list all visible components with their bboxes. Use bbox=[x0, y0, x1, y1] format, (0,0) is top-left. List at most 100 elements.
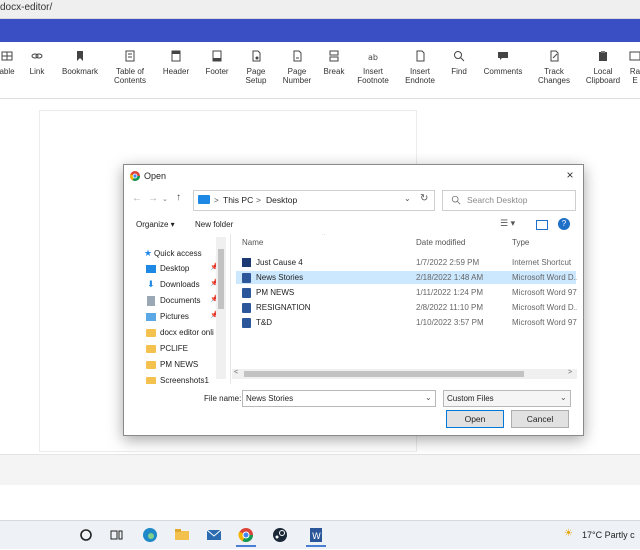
back-arrow-icon[interactable]: ← bbox=[132, 193, 142, 204]
file-type-select[interactable]: Custom Files ⌄ bbox=[443, 390, 571, 407]
local-clipboard-button[interactable]: Local Clipboard bbox=[583, 50, 623, 85]
open-file-dialog: Open × ← → ⌄ ↑ > This PC > Desktop ⌄ ↻ S… bbox=[123, 164, 584, 436]
break-icon bbox=[329, 50, 339, 62]
file-row[interactable]: PM NEWS 1/11/2022 1:24 PM Microsoft Word… bbox=[236, 286, 577, 299]
header-button[interactable]: Header bbox=[158, 50, 194, 76]
cancel-button[interactable]: Cancel bbox=[511, 410, 569, 428]
organize-menu[interactable]: Organize ▾ bbox=[136, 220, 175, 229]
chevron-down-icon: ⌄ bbox=[560, 393, 567, 402]
insert-endnote-button[interactable]: Insert Endnote bbox=[400, 50, 440, 85]
chevron-down-icon: ⌄ bbox=[425, 393, 432, 402]
column-date-modified[interactable]: Date modified bbox=[416, 238, 465, 247]
dialog-footer: File name: News Stories ⌄ Custom Files ⌄… bbox=[124, 389, 583, 435]
weather-icon: ☀ bbox=[564, 528, 573, 539]
view-options-icon[interactable]: ☰ ▾ bbox=[500, 218, 515, 229]
scroll-right-icon[interactable]: > bbox=[568, 369, 572, 376]
footer-icon bbox=[212, 50, 222, 62]
column-type[interactable]: Type bbox=[512, 238, 529, 247]
up-arrow-icon[interactable]: ↑ bbox=[176, 192, 181, 203]
page-number-button[interactable]: Page Number bbox=[280, 50, 314, 85]
footer-button[interactable]: Footer bbox=[199, 50, 235, 76]
table-button[interactable]: able bbox=[0, 50, 18, 76]
scroll-thumb[interactable] bbox=[218, 249, 224, 309]
windows-taskbar: W ☀ 17°C Partly c bbox=[0, 520, 640, 549]
nav-screenshots[interactable]: Screenshots1 bbox=[130, 375, 228, 384]
steam-icon[interactable] bbox=[270, 525, 290, 545]
open-button[interactable]: Open bbox=[446, 410, 504, 428]
page-setup-icon bbox=[252, 50, 261, 62]
word-taskbar-icon[interactable]: W bbox=[306, 525, 326, 547]
nav-desktop[interactable]: Desktop 📌 bbox=[130, 263, 228, 276]
search-icon bbox=[454, 51, 465, 62]
nav-pictures[interactable]: Pictures 📌 bbox=[130, 311, 228, 324]
address-dropdown-icon[interactable]: ⌄ bbox=[404, 194, 411, 203]
new-folder-button[interactable]: New folder bbox=[195, 220, 233, 229]
folder-icon bbox=[146, 361, 156, 369]
url-text: docx-editor/ bbox=[0, 2, 53, 13]
track-changes-button[interactable]: Track Changes bbox=[534, 50, 574, 85]
help-icon[interactable]: ? bbox=[558, 218, 570, 230]
preview-pane-icon[interactable] bbox=[536, 220, 548, 230]
link-button[interactable]: Link bbox=[24, 50, 50, 76]
file-list-scrollbar[interactable]: < > bbox=[232, 369, 577, 379]
ra-button[interactable]: Ra E bbox=[628, 50, 640, 85]
chrome-icon bbox=[130, 171, 140, 181]
recent-chevron-icon[interactable]: ⌄ bbox=[162, 195, 168, 203]
file-row-selected[interactable]: News Stories 2/18/2022 1:48 AM Microsoft… bbox=[236, 271, 577, 284]
toc-icon bbox=[125, 50, 135, 62]
nav-docx-editor[interactable]: docx editor onli bbox=[130, 327, 228, 340]
insert-footnote-button[interactable]: ab Insert Footnote bbox=[353, 50, 393, 85]
nav-quick-access[interactable]: ★ Quick access bbox=[130, 248, 228, 261]
bookmark-button[interactable]: Bookmark bbox=[58, 50, 102, 76]
break-button[interactable]: Break bbox=[320, 50, 348, 76]
folder-icon bbox=[146, 345, 156, 353]
chrome-taskbar-icon[interactable] bbox=[236, 525, 256, 547]
weather-text[interactable]: 17°C Partly c bbox=[582, 530, 635, 540]
file-row[interactable]: RESIGNATION 2/8/2022 11:10 PM Microsoft … bbox=[236, 301, 577, 314]
editor-toolbar: able Link Bookmark Table of Contents Hea… bbox=[0, 42, 640, 99]
nav-pclife[interactable]: PCLIFE bbox=[130, 343, 228, 356]
forward-arrow-icon[interactable]: → bbox=[148, 193, 158, 204]
nav-pm-news[interactable]: PM NEWS bbox=[130, 359, 228, 372]
breadcrumb-this-pc[interactable]: This PC bbox=[223, 195, 253, 205]
task-view-icon[interactable] bbox=[106, 525, 126, 545]
refresh-icon[interactable]: ↻ bbox=[420, 193, 428, 204]
documents-icon bbox=[147, 296, 155, 306]
nav-documents[interactable]: Documents 📌 bbox=[130, 295, 228, 308]
link-icon bbox=[31, 53, 43, 59]
nav-scrollbar[interactable] bbox=[216, 237, 226, 379]
table-icon bbox=[1, 51, 13, 61]
file-explorer-icon[interactable] bbox=[172, 525, 192, 545]
address-bar[interactable]: docx-editor/ bbox=[0, 0, 640, 19]
nav-downloads[interactable]: ⬇ Downloads 📌 bbox=[130, 279, 228, 292]
file-row[interactable]: Just Cause 4 1/7/2022 2:59 PM Internet S… bbox=[236, 256, 576, 269]
header-icon bbox=[171, 50, 181, 62]
shortcut-icon bbox=[242, 258, 251, 267]
mail-icon[interactable] bbox=[204, 525, 224, 545]
breadcrumb-desktop[interactable]: Desktop bbox=[266, 195, 297, 205]
scroll-thumb[interactable] bbox=[244, 371, 524, 377]
clipboard-icon bbox=[599, 51, 607, 61]
breadcrumb-sep: > bbox=[256, 195, 261, 205]
scroll-left-icon[interactable]: < bbox=[234, 369, 238, 376]
sort-chevron-icon: ^ bbox=[322, 234, 326, 239]
word-doc-icon bbox=[242, 318, 251, 328]
endnote-icon bbox=[416, 50, 425, 62]
dialog-title: Open bbox=[144, 171, 167, 181]
close-icon[interactable]: × bbox=[562, 168, 578, 182]
address-breadcrumb[interactable]: > This PC > Desktop ⌄ ↻ bbox=[193, 190, 435, 211]
file-row[interactable]: T&D 1/10/2022 3:57 PM Microsoft Word 97.… bbox=[236, 316, 577, 329]
comments-button[interactable]: Comments bbox=[480, 50, 526, 76]
find-button[interactable]: Find bbox=[446, 50, 472, 76]
search-circle-icon[interactable] bbox=[76, 525, 96, 545]
search-input[interactable]: Search Desktop bbox=[442, 190, 576, 211]
file-name-input[interactable]: News Stories ⌄ bbox=[242, 390, 436, 407]
search-icon bbox=[451, 195, 461, 205]
edge-icon[interactable] bbox=[140, 525, 160, 545]
dialog-title-bar[interactable]: Open × bbox=[124, 165, 583, 187]
column-name[interactable]: Name bbox=[242, 238, 263, 247]
navigation-row: ← → ⌄ ↑ > This PC > Desktop ⌄ ↻ Search D… bbox=[124, 187, 583, 213]
page-setup-button[interactable]: Page Setup bbox=[240, 50, 272, 85]
ra-icon bbox=[629, 51, 640, 61]
table-of-contents-button[interactable]: Table of Contents bbox=[108, 50, 152, 85]
